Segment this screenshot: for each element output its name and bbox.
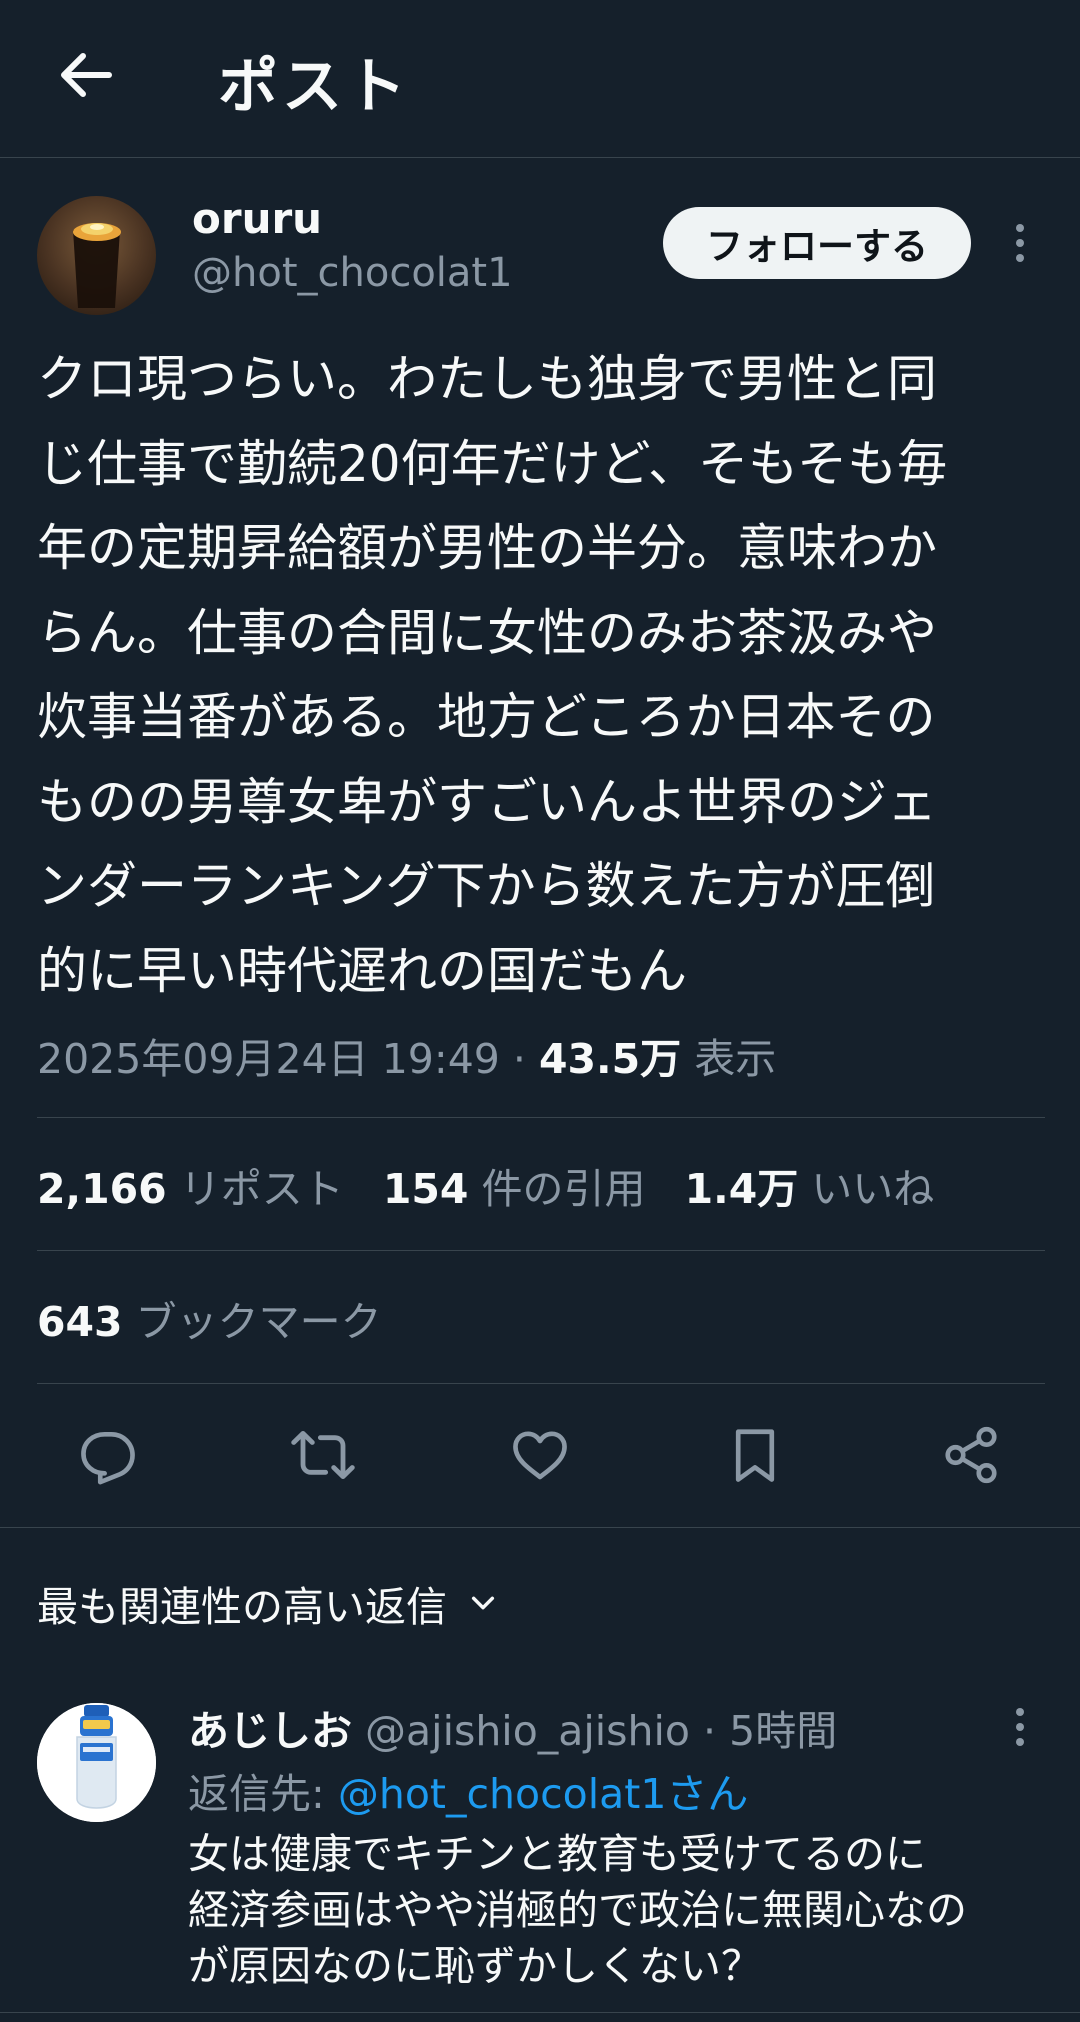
- reply-text: 女は健康でキチンと教育も受けてるのに 経済参画はやや消極的で政治に無関心なの が原因…: [188, 1826, 1058, 1994]
- top-bar: ポスト: [0, 0, 1080, 158]
- reply-header: あじしお @ajishio_ajishio · 5時間: [188, 1697, 837, 1757]
- chevron-down-icon: [471, 1596, 495, 1610]
- repost-button[interactable]: [290, 1422, 356, 1488]
- vertical-dots-icon: [1016, 1708, 1024, 1746]
- reply-text-line: 経済参画はやや消極的で政治に無関心なの: [188, 1886, 967, 1934]
- like-icon: [513, 1431, 567, 1480]
- reply-text-line: 女は健康でキチンと教育も受けてるのに: [188, 1830, 926, 1878]
- quotes-stat[interactable]: 154 件の引用: [383, 1165, 646, 1213]
- meta-separator: ·: [499, 1035, 539, 1083]
- reposts-label: リポスト: [166, 1165, 344, 1213]
- post-text-line: ンダーランキング下から数えた方が圧倒: [37, 857, 936, 915]
- post-more-button[interactable]: [1000, 218, 1040, 268]
- post-text-line: ものの男尊女卑がすごいんよ世界のジェ: [37, 772, 937, 831]
- divider: [37, 1117, 1045, 1118]
- reposts-count: 2,166: [37, 1165, 167, 1213]
- back-button[interactable]: [50, 45, 120, 105]
- iced-coffee-avatar: [37, 196, 156, 315]
- quotes-count: 154: [382, 1165, 469, 1213]
- engagement-stats: 2,166 リポスト 154 件の引用 1.4万 いいね: [37, 1155, 934, 1215]
- like-button[interactable]: [507, 1422, 573, 1488]
- views-label: 表示: [681, 1035, 777, 1083]
- reply-separator: ·: [690, 1707, 730, 1755]
- post-text: クロ現つらい。わたしも独身で男性と同 じ仕事で勤続20何年だけど、そもそも毎 年の定…: [37, 337, 1047, 1013]
- reply-more-button[interactable]: [1000, 1702, 1040, 1752]
- reply-avatar[interactable]: [37, 1703, 156, 1822]
- replying-to-prefix: 返信先:: [188, 1770, 338, 1818]
- likes-count: 1.4万: [684, 1165, 799, 1213]
- repost-icon: [291, 1431, 355, 1479]
- post-text-line: らん。仕事の合間に女性のみお茶汲みや: [37, 603, 937, 662]
- page-title: ポスト: [218, 52, 410, 122]
- divider: [37, 1250, 1045, 1251]
- divider: [37, 1383, 1045, 1384]
- avatar[interactable]: [37, 196, 156, 315]
- follow-button[interactable]: フォローする: [663, 207, 971, 279]
- author-handle[interactable]: @hot_chocolat1: [192, 250, 513, 296]
- post-text-line: 的に早い時代遅れの国だもん: [37, 941, 687, 1000]
- reply-time[interactable]: 5時間: [729, 1707, 837, 1755]
- reposts-stat[interactable]: 2,166 リポスト: [37, 1165, 344, 1213]
- reply-button[interactable]: [75, 1422, 141, 1488]
- views-count[interactable]: 43.5万: [539, 1035, 681, 1083]
- reply-display-name[interactable]: あじしお: [188, 1707, 352, 1755]
- replying-to-mention[interactable]: @hot_chocolat1さん: [338, 1770, 749, 1818]
- post-text-line: クロ現つらい。わたしも独身で男性と同: [37, 350, 937, 408]
- bookmarks-stat[interactable]: 643 ブックマーク: [37, 1288, 382, 1348]
- author-display-name[interactable]: oruru: [192, 194, 322, 243]
- reply-text-line: が原因なのに恥ずかしくない？: [188, 1942, 762, 1990]
- replying-to: 返信先: @hot_chocolat1さん: [188, 1760, 748, 1820]
- post-meta: 2025年09月24日 19:49 · 43.5万 表示: [37, 1025, 776, 1085]
- quotes-label: 件の引用: [468, 1165, 646, 1213]
- post-text-line: じ仕事で勤続20何年だけど、そもそも毎: [37, 434, 948, 493]
- likes-label: いいね: [798, 1165, 935, 1213]
- post-text-line: 炊事当番がある。地方どころか日本その: [37, 688, 936, 746]
- seasoning-bottle-avatar: [37, 1703, 156, 1822]
- reply-icon: [81, 1432, 135, 1485]
- bookmarks-count: 643: [37, 1298, 123, 1346]
- share-icon: [945, 1426, 997, 1484]
- share-button[interactable]: [938, 1422, 1004, 1488]
- vertical-dots-icon: [1016, 224, 1024, 262]
- bookmarks-label: ブックマーク: [122, 1298, 382, 1346]
- post-text-line: 年の定期昇給額が男性の半分。意味わか: [37, 519, 937, 577]
- section-divider: [0, 2012, 1080, 2013]
- likes-stat[interactable]: 1.4万 いいね: [685, 1165, 935, 1213]
- reply-sort-toggle[interactable]: 最も関連性の高い返信: [37, 1573, 499, 1633]
- reply-handle[interactable]: @ajishio_ajishio: [365, 1707, 690, 1755]
- arrow-left-icon: [61, 53, 112, 97]
- reply-sort-label: 最も関連性の高い返信: [37, 1583, 447, 1631]
- bookmark-button[interactable]: [722, 1422, 788, 1488]
- section-divider: [0, 1527, 1080, 1528]
- post-timestamp[interactable]: 2025年09月24日 19:49: [37, 1035, 500, 1083]
- bookmark-icon: [735, 1429, 775, 1482]
